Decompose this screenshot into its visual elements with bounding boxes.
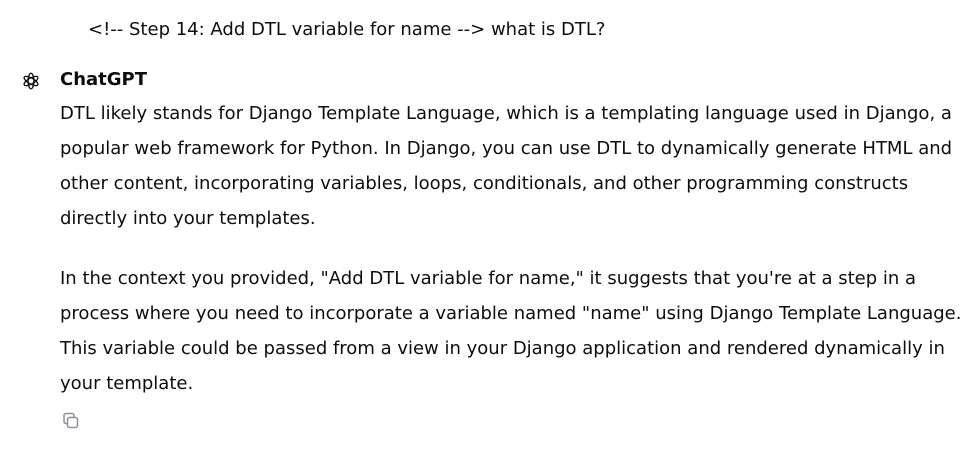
assistant-message: DTL likely stands for Django Template La… [60, 96, 965, 426]
message-paragraph: In the context you provided, "Add DTL va… [60, 268, 962, 394]
copy-icon[interactable] [60, 410, 82, 432]
user-message: <!-- Step 14: Add DTL variable for name … [88, 19, 606, 40]
chatgpt-logo-icon [20, 70, 42, 92]
message-paragraph: DTL likely stands for Django Template La… [60, 103, 953, 229]
assistant-name: ChatGPT [60, 69, 148, 90]
